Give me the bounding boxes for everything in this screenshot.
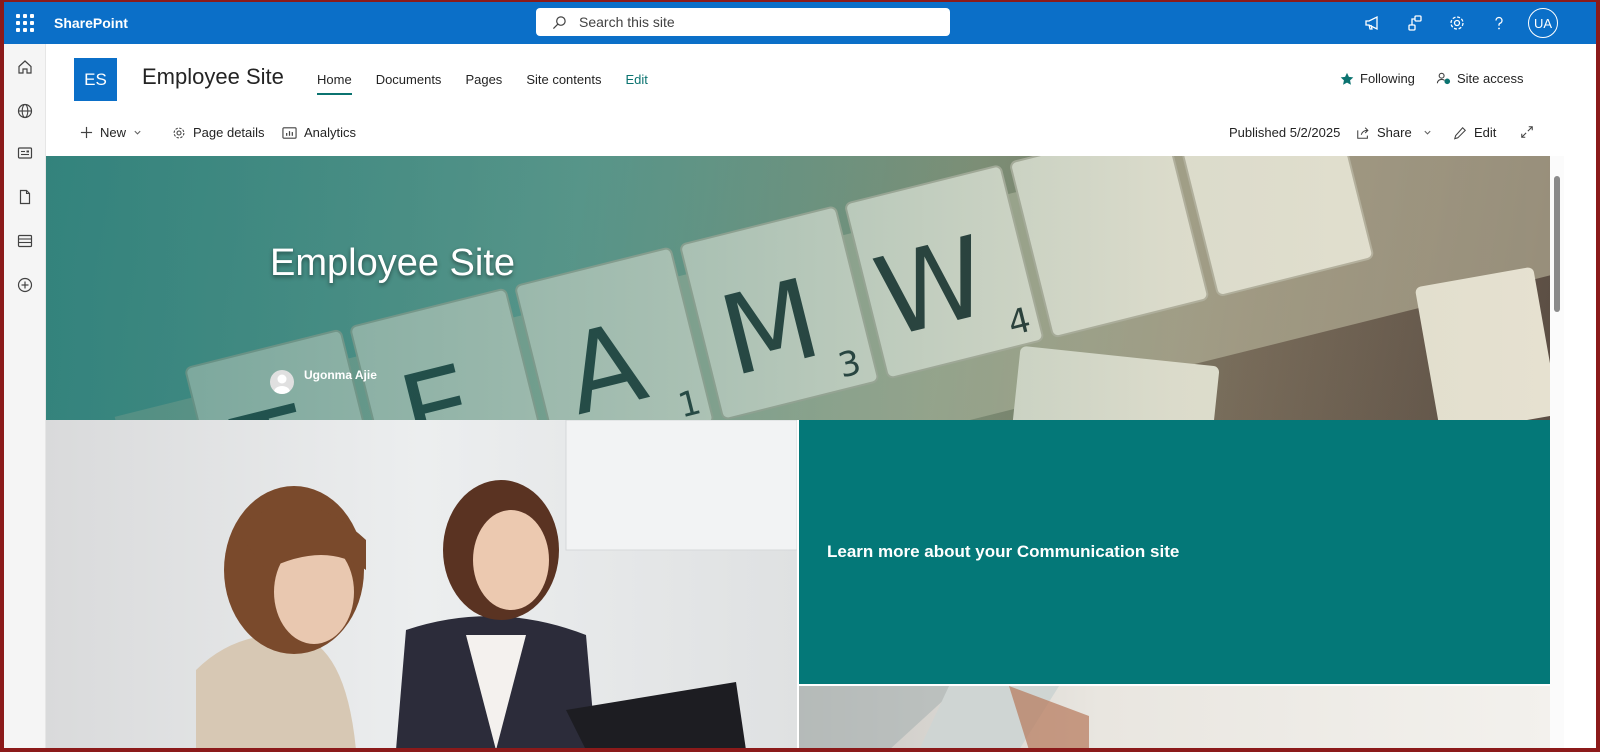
following-button[interactable]: Following [1340,71,1415,86]
share-icon [1357,126,1369,139]
pencil-icon [1453,126,1466,139]
hero-tile-building[interactable] [799,686,1550,748]
following-label: Following [1360,71,1415,86]
site-logo[interactable]: ES [74,58,117,101]
nav-documents[interactable]: Documents [376,72,442,95]
list-icon[interactable] [14,230,36,252]
scrollbar-thumb[interactable] [1554,176,1560,312]
browser-frame: SharePoint Search this site UA ES Employ… [4,2,1596,748]
star-icon [1340,72,1354,85]
nav-pages[interactable]: Pages [465,72,502,95]
search-box[interactable]: Search this site [536,8,950,36]
plus-icon [80,126,93,139]
chevron-down-icon [134,130,141,135]
app-launcher-icon[interactable] [14,12,36,34]
page-details-label: Page details [193,125,265,140]
two-women-meeting-image [196,420,797,748]
new-button[interactable]: New [80,125,142,140]
analytics-label: Analytics [304,125,357,140]
sharepoint-brand[interactable]: SharePoint [54,15,128,31]
chevron-down-icon [1424,130,1431,135]
home-icon[interactable] [14,56,36,78]
command-bar: New Page details Analytics Published 5/2… [46,116,1596,154]
analytics-icon [282,126,297,139]
hero-tile-learn-more[interactable]: Learn more about your Communication site [799,420,1550,684]
share-label: Share [1377,125,1412,140]
new-label: New [100,125,127,140]
expand-icon[interactable] [1520,125,1534,139]
share-button[interactable]: Share [1356,125,1432,140]
globe-icon[interactable] [14,100,36,122]
hero-author[interactable]: Ugonma Ajie [270,368,377,394]
published-status: Published 5/2/2025 [1229,125,1340,140]
people-icon [1436,72,1451,85]
author-avatar [270,370,294,394]
suite-bar: SharePoint Search this site UA [4,2,1596,44]
megaphone-icon[interactable] [1362,12,1384,34]
settings-gear-icon[interactable] [1446,12,1468,34]
flow-icon[interactable] [1404,12,1426,34]
nav-edit[interactable]: Edit [625,72,647,95]
page-scrollbar[interactable] [1550,156,1564,748]
create-add-icon[interactable] [14,274,36,296]
page-details-button[interactable]: Page details [172,125,265,140]
building-interior-image [799,686,1089,748]
analytics-button[interactable]: Analytics [282,125,356,140]
document-icon[interactable] [14,186,36,208]
search-icon [552,15,566,29]
hero-banner: T E A M W 1 1 1 3 4 Employee Site [46,156,1550,420]
search-placeholder: Search this site [579,14,675,30]
edit-label: Edit [1474,125,1497,140]
left-app-rail [4,44,46,748]
news-icon[interactable] [14,142,36,164]
learn-more-text: Learn more about your Communication site [827,542,1180,561]
site-title[interactable]: Employee Site [142,64,284,90]
edit-button[interactable]: Edit [1453,125,1496,140]
site-navigation: Home Documents Pages Site contents Edit [317,72,672,95]
published-label: Published 5/2/2025 [1229,125,1341,140]
user-avatar[interactable]: UA [1528,8,1558,38]
hero-tile-photo[interactable] [46,420,797,748]
nav-home[interactable]: Home [317,72,352,95]
hero-title: Employee Site [270,242,516,284]
site-access-button[interactable]: Site access [1436,71,1523,86]
nav-site-contents[interactable]: Site contents [526,72,601,95]
help-icon[interactable] [1488,12,1510,34]
site-access-label: Site access [1457,71,1524,86]
gear-icon [173,127,185,138]
author-name: Ugonma Ajie [304,368,377,382]
